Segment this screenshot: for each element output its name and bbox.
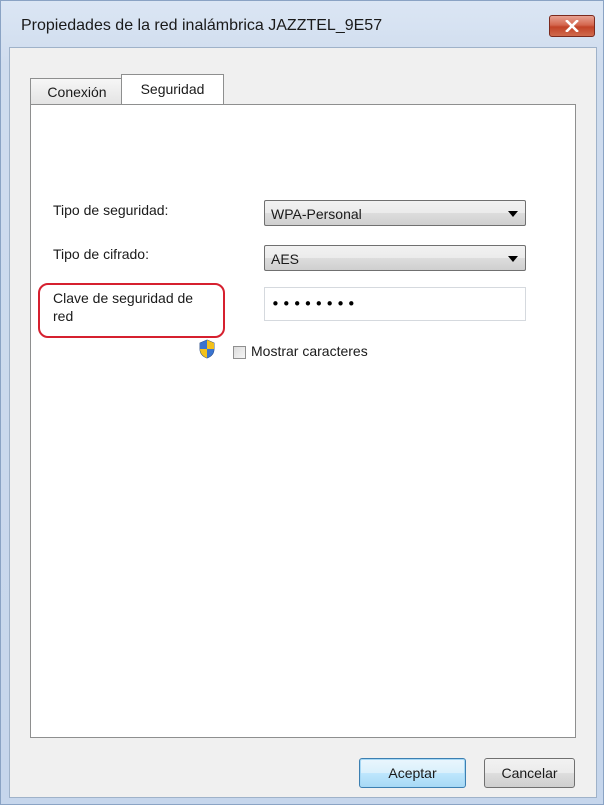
title-bar[interactable]: Propiedades de la red inalámbrica JAZZTE… [1, 1, 603, 47]
cipher-type-label: Tipo de cifrado: [53, 246, 149, 262]
network-key-input[interactable] [271, 294, 511, 314]
chevron-down-icon [508, 211, 518, 217]
close-icon [565, 20, 579, 32]
cancel-button[interactable]: Cancelar [484, 758, 575, 788]
network-key-field[interactable] [264, 287, 526, 321]
ok-button[interactable]: Aceptar [359, 758, 466, 788]
security-tab-panel: Tipo de seguridad: WPA-Personal Tipo de … [30, 104, 576, 738]
security-type-value: WPA-Personal [271, 206, 362, 222]
close-button[interactable] [549, 15, 595, 37]
dialog-window: Propiedades de la red inalámbrica JAZZTE… [0, 0, 604, 805]
window-title: Propiedades de la red inalámbrica JAZZTE… [21, 17, 383, 34]
cipher-type-dropdown[interactable]: AES [264, 245, 526, 271]
chevron-down-icon [508, 256, 518, 262]
cipher-type-value: AES [271, 251, 300, 267]
security-type-dropdown[interactable]: WPA-Personal [264, 200, 526, 226]
security-type-label: Tipo de seguridad: [53, 202, 169, 218]
highlight-annotation [38, 283, 225, 338]
tab-seguridad[interactable]: Seguridad [121, 74, 224, 104]
tab-conexion[interactable]: Conexión [30, 78, 124, 104]
show-characters-label[interactable]: Mostrar caracteres [251, 343, 368, 359]
show-characters-checkbox[interactable] [233, 346, 246, 359]
uac-shield-icon [199, 339, 215, 359]
dialog-body: Conexión Seguridad Tipo de seguridad: WP… [9, 47, 597, 798]
